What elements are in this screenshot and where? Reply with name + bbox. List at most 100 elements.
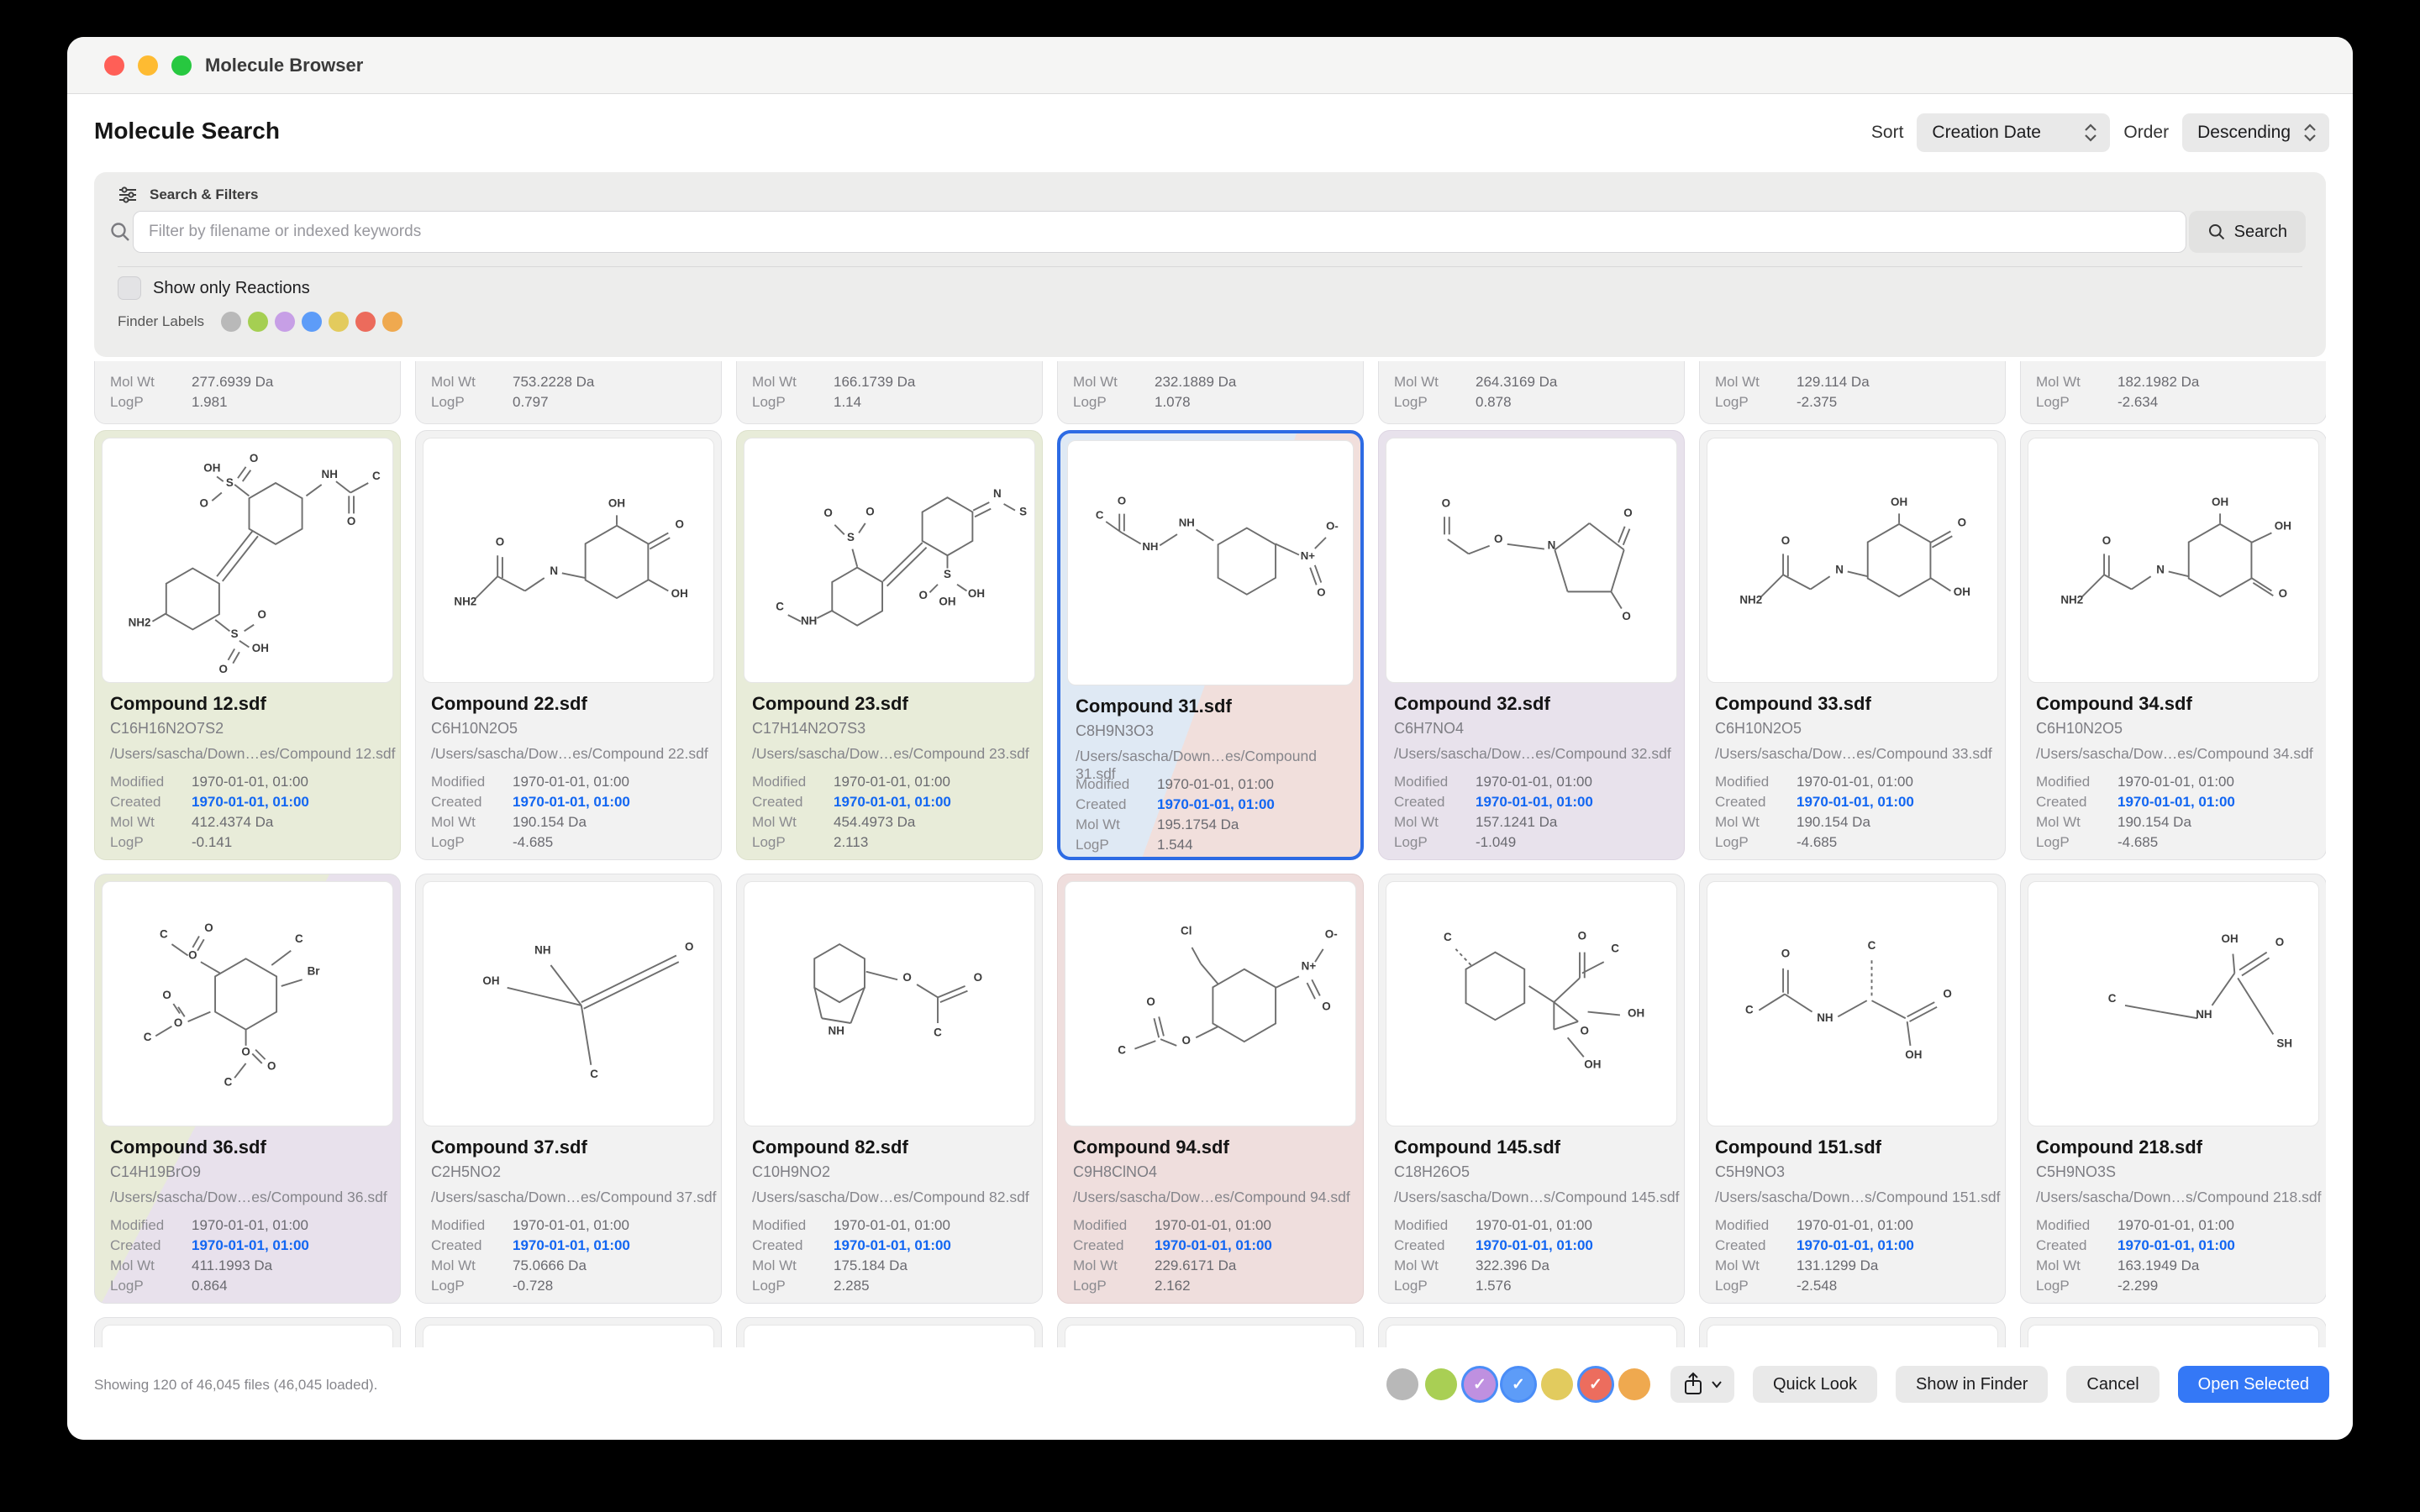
molecule-card[interactable]: NH2ONOHOOH Compound 33.sdf C6H10N2O5 /Us… [1699, 430, 2006, 860]
finder-label-filter-dot[interactable]: ✓ [1580, 1368, 1612, 1400]
finder-label-filter-dot[interactable]: ✓ [1502, 1368, 1534, 1400]
show-in-finder-button[interactable]: Show in Finder [1896, 1366, 2048, 1403]
meta-label: Created [1394, 1237, 1476, 1254]
molecule-card[interactable]: ClOOCN+O-O Compound 94.sdf C9H8ClNO4 /Us… [1057, 874, 1364, 1304]
molecule-card-partial[interactable] [2020, 1317, 2326, 1347]
molecule-card[interactable]: NHOHCO Compound 37.sdf C2H5NO2 /Users/sa… [415, 874, 722, 1304]
finder-label-dot[interactable] [275, 312, 295, 332]
meta-value: 1970-01-01, 01:00 [2118, 1217, 2234, 1234]
molecule-card[interactable]: NHCSOONSSOOHOH Compound 23.sdf C17H14N2O… [736, 430, 1043, 860]
meta-value: -1.049 [1476, 834, 1516, 851]
finder-label-dot[interactable] [302, 312, 322, 332]
meta-label: Created [752, 794, 834, 811]
molecule-card-partial[interactable]: Mol Wt166.1739 DaLogP1.14 [736, 361, 1043, 424]
meta-label: Modified [431, 774, 513, 790]
meta-value: -4.685 [1797, 834, 1837, 851]
molecule-card-partial[interactable] [415, 1317, 722, 1347]
svg-text:O: O [174, 1016, 182, 1029]
finder-label-filter-dot[interactable] [1541, 1368, 1573, 1400]
molecule-card-partial[interactable]: Mol Wt232.1889 DaLogP1.078 [1057, 361, 1364, 424]
close-window-button[interactable] [104, 55, 124, 76]
finder-label-dot[interactable] [382, 312, 402, 332]
meta-label: Mol Wt [1394, 374, 1476, 391]
molecule-card[interactable]: OCOOCOOCOBrC Compound 36.sdf C14H19BrO9 … [94, 874, 401, 1304]
open-selected-button[interactable]: Open Selected [2178, 1366, 2329, 1403]
meta-label: Created [752, 1237, 834, 1254]
finder-label-filter-dot[interactable] [1618, 1368, 1650, 1400]
molecule-card[interactable]: OOCNH Compound 82.sdf C10H9NO2 /Users/sa… [736, 874, 1043, 1304]
minimize-window-button[interactable] [138, 55, 158, 76]
molecule-card-partial[interactable]: Mol Wt182.1982 DaLogP-2.634 [2020, 361, 2326, 424]
search-filters-panel: Search & Filters Search Show only Reacti… [94, 172, 2326, 357]
zoom-window-button[interactable] [171, 55, 192, 76]
molecule-card[interactable]: COOCOHOH Compound 145.sdf C18H26O5 /User… [1378, 874, 1685, 1304]
molecule-card-partial[interactable] [1699, 1317, 2006, 1347]
meta-value: 1.981 [192, 394, 228, 411]
card-filename: Compound 32.sdf [1394, 693, 1550, 715]
search-input[interactable] [133, 211, 2186, 253]
meta-label: Modified [1394, 774, 1476, 790]
molecule-card[interactable]: CONHCOOH Compound 151.sdf C5H9NO3 /Users… [1699, 874, 2006, 1304]
svg-text:C: C [1096, 508, 1104, 521]
molecule-card[interactable]: OONOO Compound 32.sdf C6H7NO4 /Users/sas… [1378, 430, 1685, 860]
finder-label-dot[interactable] [221, 312, 241, 332]
sort-select[interactable]: Creation Date [1917, 113, 2110, 152]
molecule-card[interactable]: OHOSONHCONH2SOHOO Compound 12.sdf C16H16… [94, 430, 401, 860]
svg-text:OH: OH [1954, 585, 1970, 598]
quick-look-button[interactable]: Quick Look [1753, 1366, 1877, 1403]
molecule-card-partial[interactable] [736, 1317, 1043, 1347]
finder-label-dot[interactable] [355, 312, 376, 332]
molecule-card-partial[interactable] [1057, 1317, 1364, 1347]
svg-text:N: N [1835, 563, 1844, 575]
finder-label-dot[interactable] [248, 312, 268, 332]
card-filepath: /Users/sascha/Down…s/Compound 151.sdf [1715, 1189, 2000, 1206]
meta-label: Created [1394, 794, 1476, 811]
order-select[interactable]: Descending [2182, 113, 2329, 152]
meta-label: Mol Wt [1076, 816, 1157, 833]
svg-text:O: O [267, 1060, 276, 1073]
meta-row: Mol Wt190.154 Da [2036, 812, 2316, 832]
meta-label: Created [2036, 1237, 2118, 1254]
molecule-card-partial[interactable] [1378, 1317, 1685, 1347]
meta-value: -0.728 [513, 1278, 553, 1294]
meta-value: 1970-01-01, 01:00 [834, 794, 951, 811]
molecule-card[interactable]: CONHNHN+O-O Compound 31.sdf C8H9N3O3 /Us… [1057, 430, 1364, 860]
meta-label: Mol Wt [1394, 814, 1476, 831]
card-filename: Compound 33.sdf [1715, 693, 1871, 715]
meta-row: LogP-0.141 [110, 832, 390, 853]
svg-text:O: O [1781, 947, 1790, 959]
finder-label-filter-dot[interactable] [1386, 1368, 1418, 1400]
share-button[interactable] [1670, 1366, 1734, 1403]
show-only-reactions-checkbox[interactable] [118, 276, 141, 300]
molecule-card-partial[interactable] [94, 1317, 401, 1347]
meta-label: LogP [1073, 1278, 1155, 1294]
molecule-card[interactable]: OHONHCSH Compound 218.sdf C5H9NO3S /User… [2020, 874, 2326, 1304]
svg-text:NH2: NH2 [1739, 594, 1762, 606]
card-metadata: Modified1970-01-01, 01:00Created1970-01-… [110, 1215, 390, 1296]
molecule-structure: NH2ONOHOOH [423, 438, 714, 683]
meta-label: LogP [1394, 1278, 1476, 1294]
meta-row: Mol Wt157.1241 Da [1394, 812, 1674, 832]
molecule-card-partial[interactable]: Mol Wt753.2228 DaLogP0.797 [415, 361, 722, 424]
molecule-card-partial[interactable]: Mol Wt129.114 DaLogP-2.375 [1699, 361, 2006, 424]
meta-value: 1.544 [1157, 837, 1193, 853]
finder-label-filter-dot[interactable] [1425, 1368, 1457, 1400]
svg-text:OH: OH [2222, 932, 2238, 945]
search-button[interactable]: Search [2189, 211, 2306, 253]
svg-text:O: O [1322, 1000, 1330, 1013]
svg-text:NH: NH [1817, 1011, 1833, 1024]
svg-text:O: O [1622, 610, 1630, 622]
svg-text:C: C [160, 927, 168, 940]
molecule-structure: OHOSONHCONH2SOHOO [102, 438, 393, 683]
molecule-card[interactable]: NH2ONOHOOH Compound 22.sdf C6H10N2O5 /Us… [415, 430, 722, 860]
meta-value: 1970-01-01, 01:00 [1476, 794, 1593, 811]
cancel-button[interactable]: Cancel [2066, 1366, 2159, 1403]
finder-label-dot[interactable] [329, 312, 349, 332]
svg-text:C: C [590, 1068, 598, 1080]
molecule-card-partial[interactable]: Mol Wt277.6939 DaLogP1.981 [94, 361, 401, 424]
meta-row: Mol Wt277.6939 Da [110, 372, 390, 392]
meta-row: Modified1970-01-01, 01:00 [431, 1215, 711, 1236]
molecule-card-partial[interactable]: Mol Wt264.3169 DaLogP0.878 [1378, 361, 1685, 424]
molecule-card[interactable]: NH2ONOHOHO Compound 34.sdf C6H10N2O5 /Us… [2020, 430, 2326, 860]
finder-label-filter-dot[interactable]: ✓ [1464, 1368, 1496, 1400]
